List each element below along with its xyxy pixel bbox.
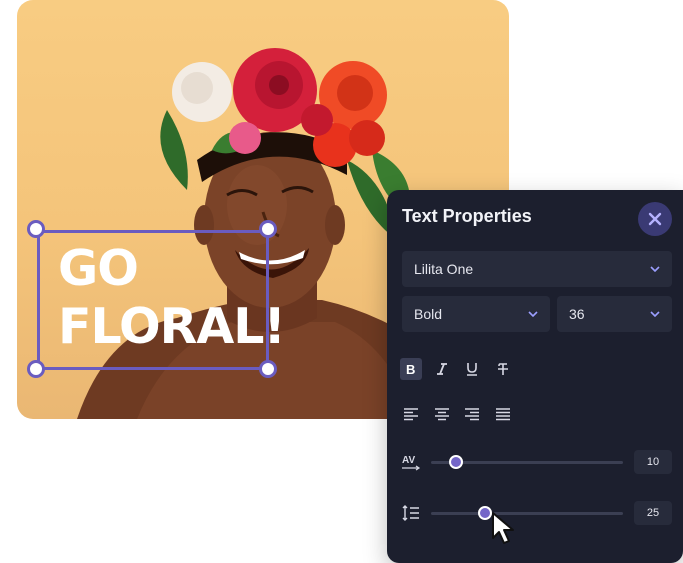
align-right-button[interactable] [461, 403, 483, 425]
align-right-icon [465, 408, 479, 421]
font-family-select[interactable]: Lilita One [402, 251, 672, 287]
resize-handle-bottom-left[interactable] [27, 360, 45, 378]
font-size-value: 36 [569, 306, 585, 322]
svg-text:AV: AV [402, 455, 415, 466]
align-left-button[interactable] [400, 403, 422, 425]
panel-title: Text Properties [402, 206, 532, 226]
align-center-icon [435, 408, 449, 421]
line-height-icon [402, 505, 419, 521]
font-weight-value: Bold [414, 306, 443, 322]
resize-handle-top-right[interactable] [259, 220, 277, 238]
letter-spacing-icon: AV [402, 455, 421, 471]
mouse-cursor-icon [492, 512, 514, 544]
align-justify-icon [496, 408, 510, 421]
underline-button[interactable] [461, 358, 483, 380]
font-size-select[interactable]: 36 [557, 296, 672, 332]
letter-spacing-thumb[interactable] [449, 455, 463, 469]
chevron-down-icon [650, 311, 660, 317]
chevron-down-icon [528, 311, 538, 317]
strikethrough-icon [498, 363, 508, 375]
close-button[interactable] [638, 202, 672, 236]
close-icon [648, 212, 662, 226]
underline-icon [467, 363, 477, 376]
italic-icon [437, 363, 447, 375]
chevron-down-icon [650, 266, 660, 272]
resize-handle-bottom-right[interactable] [259, 360, 277, 378]
align-justify-button[interactable] [492, 403, 514, 425]
selection-box[interactable] [37, 230, 269, 370]
text-properties-panel: Text Properties Lilita One Bold 36 B AV … [387, 190, 683, 563]
letter-spacing-value[interactable]: 10 [634, 450, 672, 474]
align-center-button[interactable] [431, 403, 453, 425]
font-family-value: Lilita One [414, 261, 474, 277]
resize-handle-top-left[interactable] [27, 220, 45, 238]
strikethrough-button[interactable] [492, 358, 514, 380]
bold-button[interactable]: B [400, 358, 422, 380]
align-left-icon [404, 408, 418, 421]
line-height-track[interactable] [431, 512, 623, 515]
font-weight-select[interactable]: Bold [402, 296, 550, 332]
italic-button[interactable] [431, 358, 453, 380]
svg-text:B: B [406, 362, 415, 376]
line-height-value[interactable]: 25 [634, 501, 672, 525]
bold-icon: B [406, 362, 415, 376]
